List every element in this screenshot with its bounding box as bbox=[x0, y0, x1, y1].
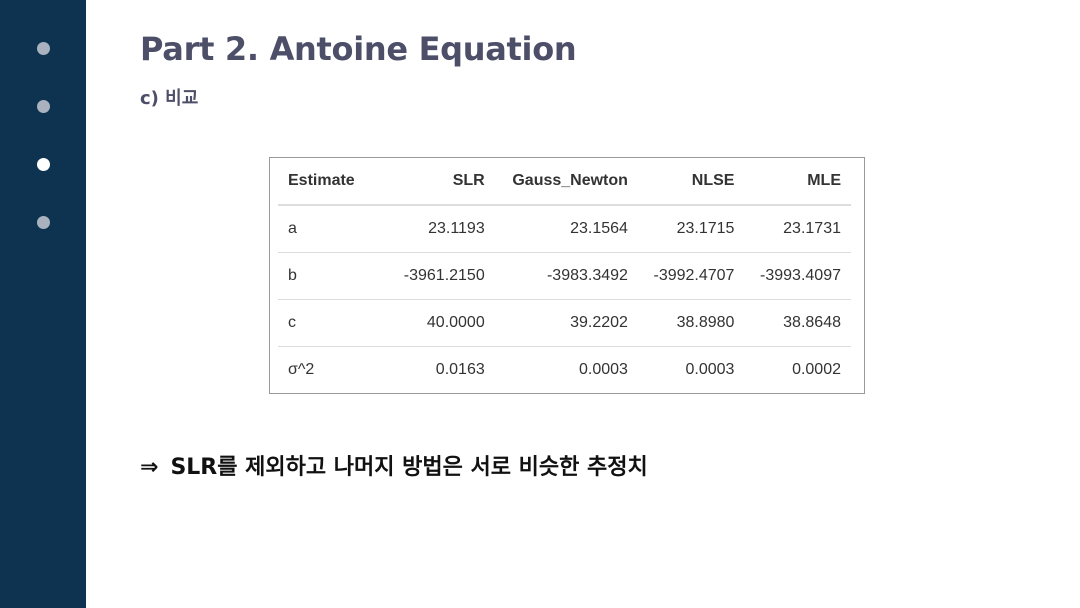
table-cell: 23.1715 bbox=[637, 205, 745, 253]
table-row: σ^2 0.0163 0.0003 0.0003 0.0002 bbox=[278, 347, 851, 394]
table-cell: -3961.2150 bbox=[382, 252, 495, 300]
column-header: NLSE bbox=[637, 158, 745, 206]
nav-dot-1[interactable] bbox=[37, 42, 50, 55]
column-header: Gauss_Newton bbox=[494, 158, 638, 206]
table-row: a 23.1193 23.1564 23.1715 23.1731 bbox=[278, 205, 851, 253]
nav-dot-4[interactable] bbox=[37, 216, 50, 229]
estimate-table-frame: Estimate SLR Gauss_Newton NLSE MLE a 23.… bbox=[269, 157, 865, 394]
table-cell: c bbox=[278, 299, 383, 347]
conclusion-statement: SLR를 제외하고 나머지 방법은 서로 비슷한 추정치 bbox=[170, 455, 648, 480]
table-cell: -3993.4097 bbox=[744, 252, 851, 300]
table-cell: 38.8648 bbox=[744, 299, 851, 347]
nav-dot-2[interactable] bbox=[37, 100, 50, 113]
column-header: SLR bbox=[382, 158, 495, 206]
table-cell: 23.1564 bbox=[494, 205, 638, 253]
table-cell: 0.0002 bbox=[792, 361, 841, 378]
table-cell: -3992.4707 bbox=[637, 252, 745, 300]
table-cell: 38.8980 bbox=[637, 299, 745, 347]
nav-dot-3-active[interactable] bbox=[37, 158, 50, 171]
table-cell: a bbox=[278, 205, 383, 253]
table-cell: -3983.3492 bbox=[494, 252, 638, 300]
implies-arrow-icon: ⇒ bbox=[140, 455, 159, 480]
table-cell: b bbox=[278, 252, 383, 300]
table-cell: 23.1193 bbox=[382, 205, 495, 253]
table-cell: 0.0003 bbox=[685, 361, 735, 378]
table-cell: 0.0163 bbox=[435, 361, 485, 378]
table-cell: 39.2202 bbox=[494, 299, 638, 347]
table-row: b -3961.2150 -3983.3492 -3992.4707 -3993… bbox=[278, 252, 851, 300]
table-cell: 40.0000 bbox=[382, 299, 495, 347]
column-header: Estimate bbox=[278, 158, 383, 206]
table-row: c 40.0000 39.2202 38.8980 38.8648 bbox=[278, 299, 851, 347]
table-cell: 23.1731 bbox=[744, 205, 851, 253]
conclusion-text: ⇒ SLR를 제외하고 나머지 방법은 서로 비슷한 추정치 bbox=[140, 449, 648, 481]
column-header: MLE bbox=[744, 158, 851, 206]
estimate-table: Estimate SLR Gauss_Newton NLSE MLE a 23.… bbox=[278, 158, 851, 393]
table-cell: 0.0003 bbox=[579, 361, 628, 378]
table-cell: σ^2 bbox=[288, 361, 315, 378]
page-title: Part 2. Antoine Equation bbox=[140, 30, 577, 68]
table-header-row: Estimate SLR Gauss_Newton NLSE MLE bbox=[278, 158, 851, 206]
section-subtitle: c) 비교 bbox=[140, 88, 199, 109]
sidebar bbox=[0, 0, 86, 608]
